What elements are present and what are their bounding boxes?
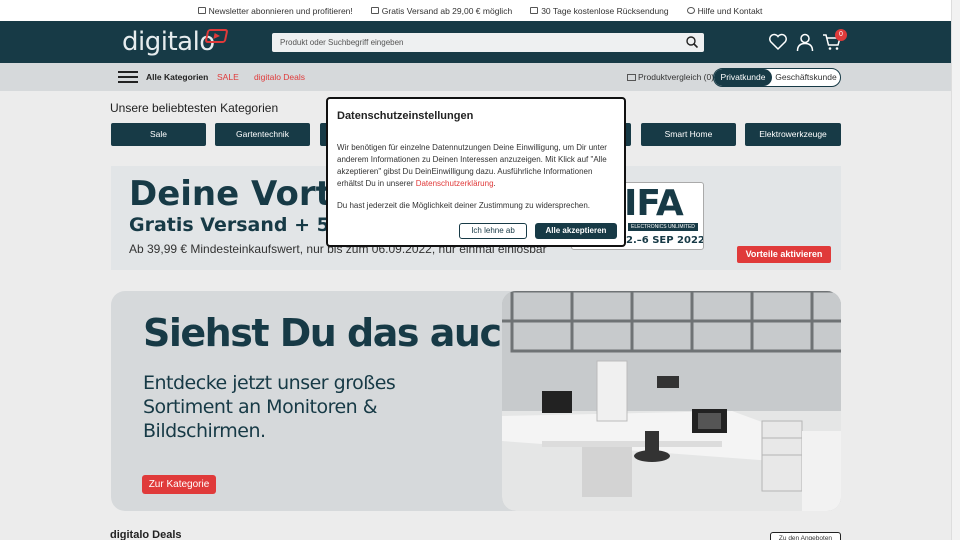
reject-button[interactable]: Ich lehne ab xyxy=(459,223,527,239)
dialog-title: Datenschutzeinstellungen xyxy=(337,110,474,122)
dialog-body-end: . xyxy=(493,179,496,188)
privacy-policy-link[interactable]: Datenschutzerklärung xyxy=(416,179,494,188)
modal-overlay xyxy=(0,0,960,540)
dialog-body: Wir benötigen für einzelne Datennutzunge… xyxy=(337,142,619,190)
privacy-settings-dialog: Datenschutzeinstellungen Wir benötigen f… xyxy=(326,97,626,247)
dialog-note: Du hast jederzeit die Möglichkeit deiner… xyxy=(337,201,591,210)
accept-all-button[interactable]: Alle akzeptieren xyxy=(535,223,617,239)
